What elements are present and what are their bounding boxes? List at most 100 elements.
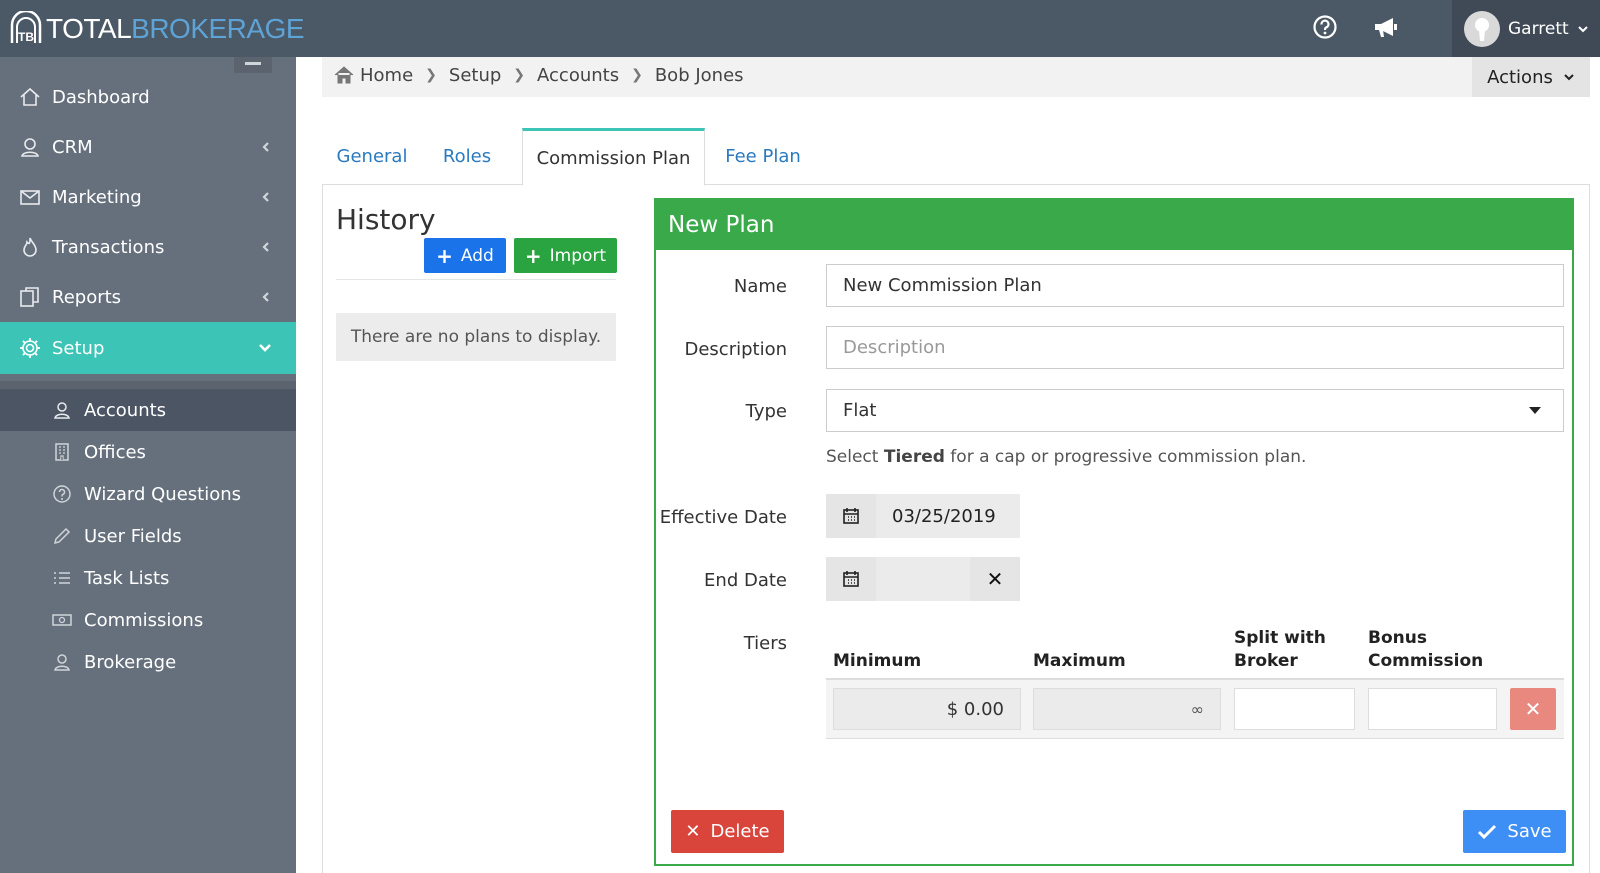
building-icon xyxy=(55,443,69,461)
sidebar-subitem-label: Task Lists xyxy=(84,567,170,589)
sidebar-item-label: CRM xyxy=(52,136,93,158)
sidebar-subitem-label: Commissions xyxy=(84,609,204,631)
chevron-down-icon xyxy=(1577,25,1588,32)
sidebar-subitem-label: Brokerage xyxy=(84,651,177,673)
sidebar-subitem-commissions[interactable]: Commissions xyxy=(0,599,296,641)
tier-minimum-cell: $ 0.00 xyxy=(833,688,1021,730)
end-date-input[interactable]: ✕ xyxy=(826,557,1020,601)
history-title: History xyxy=(336,203,436,236)
save-plan-button[interactable]: Save xyxy=(1463,810,1566,853)
brand-logo[interactable]: TB TOTALBROKERAGE xyxy=(8,9,305,48)
help-icon[interactable] xyxy=(1312,14,1340,42)
logo-mark-icon: TB xyxy=(8,9,44,47)
plan-name-field[interactable]: New Commission Plan xyxy=(826,264,1564,307)
breadcrumb-home[interactable]: Home xyxy=(360,65,413,86)
contact-icon xyxy=(21,138,39,157)
tier-header-minimum: Minimum xyxy=(833,651,922,671)
announcements-megaphone-icon[interactable] xyxy=(1372,14,1400,42)
breadcrumb-bar: Home ❯ Setup ❯ Accounts ❯ Bob Jones Acti… xyxy=(322,57,1590,97)
tier-maximum-cell: ∞ xyxy=(1033,688,1221,730)
plan-type-value: Flat xyxy=(843,400,877,421)
chevron-left-icon xyxy=(262,192,269,202)
sidebar-subitem-label: Offices xyxy=(84,441,146,463)
sidebar-item-marketing[interactable]: Marketing xyxy=(0,171,296,223)
effective-date-input[interactable]: 03/25/2019 xyxy=(826,494,1020,538)
type-help-post: for a cap or progressive commission plan… xyxy=(944,447,1307,467)
sidebar-subitem-task-lists[interactable]: Task Lists xyxy=(0,557,296,599)
effective-date-label: Effective Date xyxy=(659,507,787,528)
home-icon xyxy=(20,87,40,106)
user-menu[interactable]: Garrett xyxy=(1452,0,1600,57)
caret-down-icon xyxy=(1529,406,1541,414)
clear-date-icon[interactable]: ✕ xyxy=(970,557,1020,601)
sidebar-item-crm[interactable]: CRM xyxy=(0,121,296,173)
name-label: Name xyxy=(733,276,787,297)
chevron-down-icon xyxy=(1564,74,1574,81)
calendar-icon[interactable] xyxy=(826,494,876,538)
plus-icon: + xyxy=(524,243,542,268)
end-date-label: End Date xyxy=(704,570,787,591)
calendar-icon[interactable] xyxy=(826,557,876,601)
sidebar: Dashboard CRM Marketing Transactions Rep… xyxy=(0,57,296,873)
remove-tier-button[interactable]: ✕ xyxy=(1510,688,1556,730)
tier-header-bonus-line2: Commission xyxy=(1368,651,1484,671)
effective-date-value[interactable]: 03/25/2019 xyxy=(876,494,1020,538)
tab-label: General xyxy=(336,146,408,167)
close-icon: ✕ xyxy=(685,821,701,842)
sidebar-subitem-brokerage[interactable]: Brokerage xyxy=(0,641,296,683)
tab-general[interactable]: General xyxy=(322,128,422,185)
add-label: Add xyxy=(460,245,494,266)
actions-dropdown-button[interactable]: Actions xyxy=(1472,57,1590,97)
breadcrumb-setup[interactable]: Setup xyxy=(449,65,501,86)
sidebar-subitem-user-fields[interactable]: User Fields xyxy=(0,515,296,557)
fire-icon xyxy=(23,237,37,257)
tab-label: Commission Plan xyxy=(536,147,691,169)
tier-header-split-line2: Broker xyxy=(1234,651,1298,671)
plan-description-field[interactable]: Description xyxy=(826,326,1564,369)
sidebar-item-reports[interactable]: Reports xyxy=(0,271,296,323)
tab-roles[interactable]: Roles xyxy=(422,128,512,185)
sidebar-subitem-label: Wizard Questions xyxy=(84,483,241,505)
envelope-icon xyxy=(20,190,40,205)
import-label: Import xyxy=(549,245,607,266)
type-help-bold: Tiered xyxy=(883,447,945,467)
end-date-value[interactable] xyxy=(876,557,970,601)
sidebar-item-dashboard[interactable]: Dashboard xyxy=(0,71,296,123)
sidebar-subitem-label: Accounts xyxy=(84,399,167,421)
tab-fee-plan[interactable]: Fee Plan xyxy=(705,128,821,185)
import-plan-button[interactable]: + Import xyxy=(514,238,617,273)
sidebar-item-setup[interactable]: Setup xyxy=(0,322,296,374)
description-label: Description xyxy=(684,339,787,360)
sidebar-item-label: Setup xyxy=(52,337,105,359)
sidebar-item-transactions[interactable]: Transactions xyxy=(0,221,296,273)
plan-type-select[interactable]: Flat xyxy=(826,389,1564,432)
breadcrumb-separator-icon: ❯ xyxy=(425,67,437,83)
sidebar-subitem-wizard-questions[interactable]: Wizard Questions xyxy=(0,473,296,515)
tier-split-input[interactable] xyxy=(1234,688,1355,730)
question-circle-icon xyxy=(53,485,71,503)
actions-label: Actions xyxy=(1487,66,1553,88)
delete-plan-button[interactable]: ✕ Delete xyxy=(671,810,784,853)
money-bill-icon xyxy=(52,614,72,626)
chevron-left-icon xyxy=(262,142,269,152)
sidebar-item-label: Transactions xyxy=(52,236,165,258)
tab-label: Roles xyxy=(442,146,492,167)
logo-mark-text: TB xyxy=(18,30,34,44)
save-label: Save xyxy=(1507,821,1552,842)
type-help-text: Select Tiered for a cap or progressive c… xyxy=(826,447,1306,467)
setup-submenu: Accounts Offices Wizard Questions User F… xyxy=(0,381,296,681)
add-plan-button[interactable]: + Add xyxy=(424,238,506,273)
tab-commission-plan[interactable]: Commission Plan xyxy=(522,128,705,186)
home-icon xyxy=(334,66,354,84)
tier-bonus-input[interactable] xyxy=(1368,688,1497,730)
breadcrumb: Home ❯ Setup ❯ Accounts ❯ Bob Jones xyxy=(334,57,744,93)
brand-name: TOTALBROKERAGE xyxy=(46,13,305,45)
close-icon: ✕ xyxy=(1524,697,1542,721)
tier-header-split: Split with Broker xyxy=(1234,627,1326,673)
user-icon xyxy=(54,402,70,419)
chevron-left-icon xyxy=(262,292,269,302)
sidebar-subitem-accounts[interactable]: Accounts xyxy=(0,389,296,431)
sidebar-subitem-offices[interactable]: Offices xyxy=(0,431,296,473)
breadcrumb-accounts[interactable]: Accounts xyxy=(537,65,619,86)
tier-row-rule xyxy=(826,738,1564,739)
